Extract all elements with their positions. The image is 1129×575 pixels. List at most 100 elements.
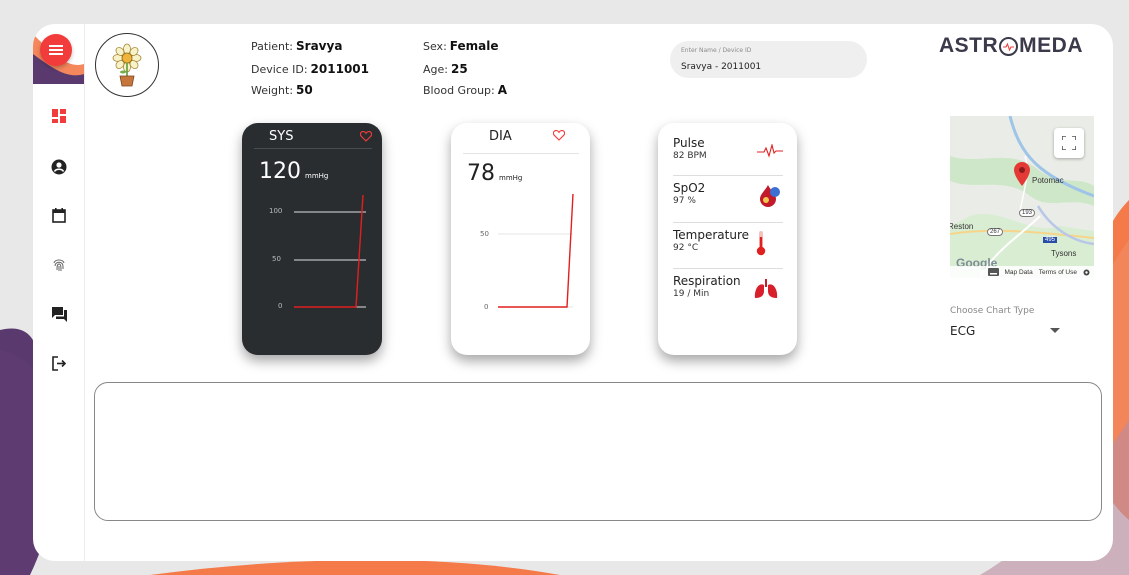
logo-text-right: MEDA bbox=[1019, 34, 1084, 57]
chart-type-label: Choose Chart Type bbox=[950, 306, 1035, 316]
weight-value: 50 bbox=[296, 83, 313, 97]
search-label: Enter Name / Device ID bbox=[681, 47, 752, 54]
blood-group-label: Blood Group: bbox=[423, 84, 495, 97]
age-label: Age: bbox=[423, 63, 448, 76]
age-value: 25 bbox=[450, 62, 468, 76]
vital-separator bbox=[673, 222, 783, 223]
chart-type-select[interactable]: ECG bbox=[950, 320, 1060, 342]
sys-card: SYS 120 mmHg 100 50 0 bbox=[242, 123, 382, 355]
sys-title: SYS bbox=[269, 129, 294, 144]
map-route-495: 495 bbox=[1043, 237, 1058, 243]
app-window: Patient: Sravya Device ID: 2011001 Weight:… bbox=[33, 24, 1113, 561]
sys-mini-chart bbox=[294, 194, 366, 308]
logout-icon bbox=[51, 355, 66, 371]
lungs-icon bbox=[754, 279, 778, 298]
logo-heartbeat-icon bbox=[1003, 42, 1015, 51]
map-fullscreen-button[interactable] bbox=[1054, 128, 1084, 158]
calendar-icon bbox=[52, 207, 66, 223]
logo-text-left: ASTR bbox=[939, 34, 999, 57]
vital-pulse: Pulse 82 BPM bbox=[673, 136, 783, 161]
map-settings-icon[interactable] bbox=[1083, 269, 1090, 276]
flower-pot-icon bbox=[112, 43, 142, 87]
sex-field: Sex: Female bbox=[423, 39, 498, 53]
hamburger-icon bbox=[49, 45, 63, 55]
sidebar-item-fingerprint[interactable] bbox=[48, 253, 70, 275]
dashboard-icon bbox=[52, 109, 66, 123]
map-data-link[interactable]: Map Data bbox=[1005, 269, 1033, 276]
dia-value: 78 bbox=[467, 161, 495, 186]
sys-tick-0: 0 bbox=[278, 302, 283, 310]
fingerprint-icon bbox=[53, 259, 65, 271]
device-id-field: Device ID: 2011001 bbox=[251, 62, 369, 76]
sidebar bbox=[33, 24, 85, 561]
sidebar-item-messages[interactable] bbox=[48, 303, 70, 325]
patient-avatar bbox=[95, 33, 159, 97]
fullscreen-icon bbox=[1062, 136, 1076, 150]
sys-unit: mmHg bbox=[305, 172, 329, 180]
account-circle-icon bbox=[51, 159, 67, 175]
patient-label: Patient: bbox=[251, 40, 294, 53]
sys-tick-50: 50 bbox=[272, 255, 281, 263]
age-field: Age: 25 bbox=[423, 62, 468, 76]
ecg-chart-panel bbox=[94, 382, 1102, 521]
chat-icon bbox=[51, 306, 67, 322]
map-route-267: 267 bbox=[987, 228, 1004, 236]
map-label-potomac: Potomac bbox=[1032, 176, 1064, 185]
sex-label: Sex: bbox=[423, 40, 447, 53]
keyboard-icon[interactable] bbox=[987, 268, 999, 276]
sidebar-item-calendar[interactable] bbox=[48, 204, 70, 226]
vital-temperature-value: 92 °C bbox=[673, 243, 699, 253]
dia-reading: 78 mmHg bbox=[467, 161, 522, 186]
sidebar-item-logout[interactable] bbox=[48, 352, 70, 374]
device-id-value: 2011001 bbox=[310, 62, 369, 76]
oxygen-drop-icon bbox=[760, 185, 780, 207]
dia-trace-line bbox=[498, 193, 574, 308]
dia-unit: mmHg bbox=[499, 174, 523, 182]
dia-title: DIA bbox=[489, 129, 512, 144]
search-input[interactable] bbox=[681, 62, 851, 72]
vital-respiration: Respiration 19 / Min bbox=[673, 274, 783, 299]
chart-type-value: ECG bbox=[950, 324, 976, 338]
sys-value: 120 bbox=[259, 159, 301, 184]
menu-button[interactable] bbox=[40, 34, 72, 66]
chevron-down-icon bbox=[1050, 328, 1060, 333]
dia-divider bbox=[463, 153, 579, 154]
vital-separator bbox=[673, 175, 783, 176]
dia-tick-50: 50 bbox=[480, 230, 489, 238]
sys-tick-100: 100 bbox=[269, 207, 283, 215]
sidebar-item-profile[interactable] bbox=[48, 156, 70, 178]
dia-heart-icon[interactable] bbox=[553, 130, 565, 141]
sys-heart-icon[interactable] bbox=[360, 131, 372, 142]
map-terms-link[interactable]: Terms of Use bbox=[1039, 269, 1077, 276]
blood-group-field: Blood Group: A bbox=[423, 83, 507, 97]
vitals-card: Pulse 82 BPM SpO2 97 % Temperature 92 °C bbox=[658, 123, 797, 355]
sys-reading: 120 mmHg bbox=[259, 159, 328, 184]
sex-value: Female bbox=[449, 39, 499, 53]
heartbeat-icon bbox=[757, 144, 783, 158]
thermometer-icon bbox=[756, 231, 766, 256]
sidebar-item-dashboard[interactable] bbox=[48, 105, 70, 127]
vital-spo2: SpO2 97 % bbox=[673, 181, 783, 207]
dia-tick-0: 0 bbox=[484, 303, 489, 311]
map-route-193: 193 bbox=[1019, 209, 1036, 217]
dia-mini-chart bbox=[498, 193, 574, 308]
map-label-reston: Reston bbox=[950, 222, 974, 231]
vital-temperature-name: Temperature bbox=[673, 228, 750, 242]
vital-separator bbox=[673, 268, 783, 269]
map-label-tysons: Tysons bbox=[1051, 249, 1077, 258]
blood-group-value: A bbox=[497, 83, 508, 97]
map-footer: Map Data Terms of Use bbox=[950, 266, 1094, 278]
weight-label: Weight: bbox=[251, 84, 294, 97]
patient-name: Sravya bbox=[296, 39, 343, 53]
location-map[interactable]: Potomac Reston Tysons 193 267 495 Google… bbox=[950, 116, 1094, 278]
dia-card: DIA 78 mmHg 50 0 bbox=[451, 123, 590, 355]
patient-search[interactable]: Enter Name / Device ID bbox=[670, 41, 867, 78]
logo-o-mark bbox=[999, 36, 1019, 56]
device-id-label: Device ID: bbox=[251, 63, 308, 76]
sys-divider bbox=[254, 148, 372, 149]
map-pin-icon bbox=[1014, 162, 1030, 186]
vital-temperature: Temperature 92 °C bbox=[673, 228, 783, 256]
patient-name-field: Patient: Sravya bbox=[251, 39, 342, 53]
astromeda-logo: ASTR MEDA bbox=[939, 34, 1083, 58]
weight-field: Weight: 50 bbox=[251, 83, 313, 97]
